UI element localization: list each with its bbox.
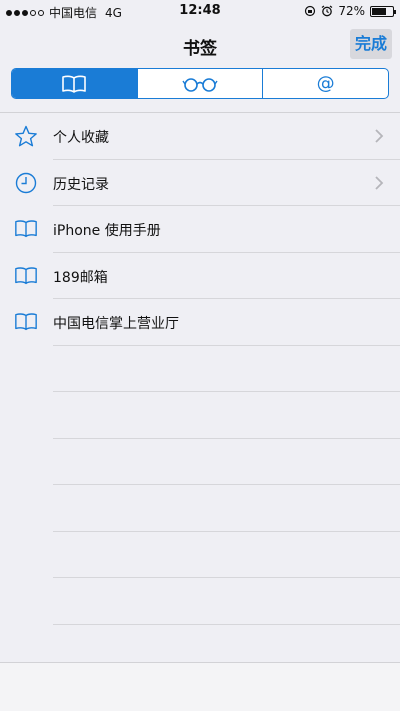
list-item-favorites[interactable]: 个人收藏 xyxy=(0,113,400,160)
empty-row xyxy=(0,392,400,439)
chevron-right-icon xyxy=(375,129,384,143)
empty-row xyxy=(0,346,400,393)
rotation-lock-icon xyxy=(305,5,316,17)
book-icon xyxy=(15,266,37,284)
list-item-label: 189邮箱 xyxy=(53,269,108,286)
empty-row xyxy=(0,485,400,532)
book-icon xyxy=(15,220,37,238)
list-item-189-mail[interactable]: 189邮箱 xyxy=(0,253,400,300)
list-item-history[interactable]: 历史记录 xyxy=(0,160,400,207)
page-title: 书签 xyxy=(183,39,217,59)
status-right: 72% xyxy=(304,4,396,18)
list-item-telecom-hall[interactable]: 中国电信掌上营业厅 xyxy=(0,299,400,346)
empty-row xyxy=(0,439,400,486)
empty-row xyxy=(0,532,400,579)
chevron-right-icon xyxy=(375,175,384,190)
bookmarks-segmented-control: @ xyxy=(11,68,389,99)
clock-icon xyxy=(15,172,37,193)
bookmarks-screen: 中国电信 4G 12:48 72% 书签 完成 @ 个人收藏 历史记录 iPho… xyxy=(0,0,400,711)
at-icon: @ xyxy=(316,73,335,94)
book-icon xyxy=(15,313,37,331)
list-item-label: iPhone 使用手册 xyxy=(53,223,161,239)
list-item-label: 中国电信掌上营业厅 xyxy=(53,316,179,332)
tab-reading-list[interactable] xyxy=(138,69,264,98)
book-icon xyxy=(62,75,87,93)
alarm-icon xyxy=(321,5,333,17)
status-bar: 中国电信 4G 12:48 72% xyxy=(0,0,400,22)
battery-percent: 72% xyxy=(338,4,365,18)
tab-bookmarks[interactable] xyxy=(12,69,138,98)
list-item-label: 历史记录 xyxy=(53,176,109,193)
star-icon xyxy=(15,125,37,147)
list-item-iphone-guide[interactable]: iPhone 使用手册 xyxy=(0,206,400,253)
done-button[interactable]: 完成 xyxy=(349,29,392,59)
nav-bar: 书签 完成 xyxy=(0,22,400,66)
glasses-icon xyxy=(182,77,218,92)
bookmarks-list: 个人收藏 历史记录 iPhone 使用手册 189邮箱 中国电信掌上营业厅 xyxy=(0,113,400,625)
list-item-label: 个人收藏 xyxy=(53,130,109,146)
battery-icon xyxy=(370,5,396,17)
tab-shared-links[interactable]: @ xyxy=(263,69,388,98)
empty-row xyxy=(0,578,400,625)
battery-fill xyxy=(372,7,387,15)
bottom-toolbar xyxy=(0,662,400,711)
